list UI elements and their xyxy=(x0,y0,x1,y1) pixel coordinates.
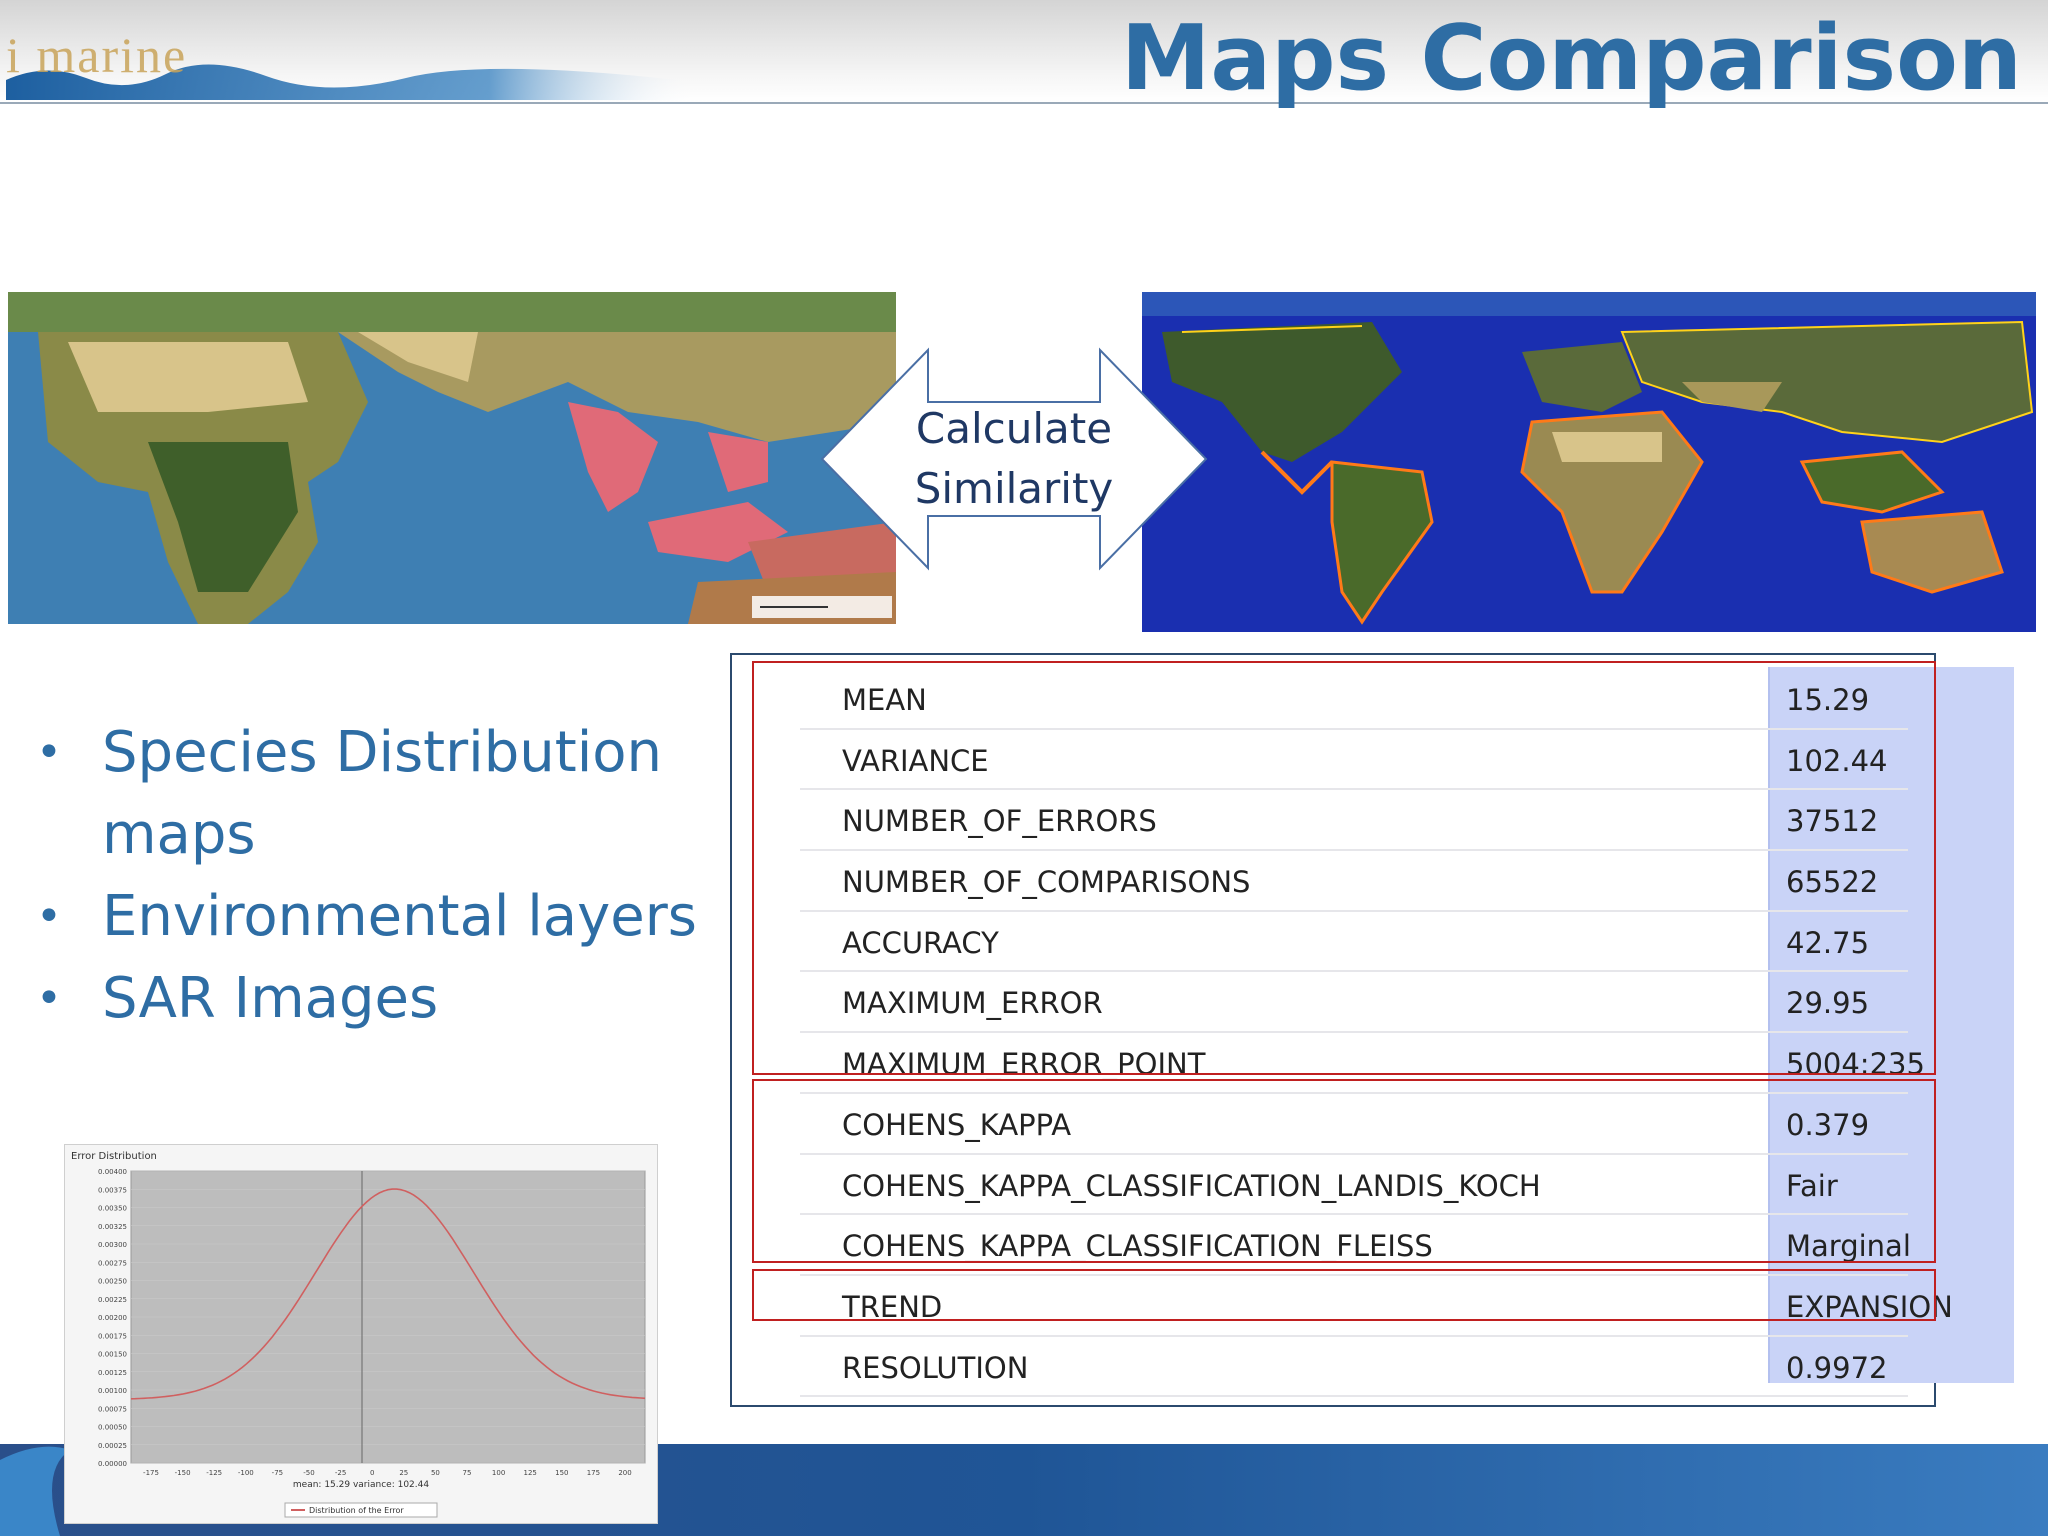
y-tick-label: 0.00175 xyxy=(98,1332,127,1340)
y-tick-label: 0.00000 xyxy=(98,1460,127,1468)
bullet-dot-icon: • xyxy=(36,891,62,942)
trend-highlight-box xyxy=(752,1269,1936,1321)
y-tick-label: 0.00250 xyxy=(98,1278,127,1286)
x-tick-label: 125 xyxy=(524,1469,537,1477)
arrow-label-line2: Similarity xyxy=(914,464,1114,513)
table-row: RESOLUTION 0.9972 xyxy=(800,1337,1908,1398)
x-tick-label: 100 xyxy=(492,1469,505,1477)
x-tick-label: -100 xyxy=(238,1469,254,1477)
y-tick-label: 0.00375 xyxy=(98,1186,127,1194)
kappa-highlight-box xyxy=(752,1079,1936,1263)
bullet-dot-icon: • xyxy=(36,973,62,1024)
comparison-results-panel: MEAN 15.29 VARIANCE 102.44 NUMBER_OF_ERROR… xyxy=(730,653,2014,1407)
y-tick-label: 0.00300 xyxy=(98,1241,127,1249)
x-tick-label: 50 xyxy=(431,1469,440,1477)
bullet-dot-icon: • xyxy=(36,727,62,778)
error-distribution-chart: Error Distribution 0.00400 0.00375 0.00350… xyxy=(64,1144,658,1524)
y-tick-label: 0.00125 xyxy=(98,1369,127,1377)
chart-stats-caption: mean: 15.29 variance: 102.44 xyxy=(293,1480,429,1490)
y-tick-label: 0.00150 xyxy=(98,1351,127,1359)
x-tick-label: 150 xyxy=(555,1469,568,1477)
x-tick-label: 75 xyxy=(463,1469,472,1477)
x-tick-label: -25 xyxy=(335,1469,346,1477)
logo-wordmark: i marine xyxy=(6,27,188,83)
chart-legend-label: Distribution of the Error xyxy=(309,1506,404,1515)
x-tick-label: 25 xyxy=(399,1469,408,1477)
slide-header: i marine Maps Comparison xyxy=(0,0,2048,111)
y-tick-label: 0.00050 xyxy=(98,1424,127,1432)
x-tick-label: -50 xyxy=(303,1469,314,1477)
y-tick-label: 0.00100 xyxy=(98,1387,127,1395)
y-tick-label: 0.00275 xyxy=(98,1259,127,1267)
result-value: 0.9972 xyxy=(1786,1350,1888,1385)
chart-title: Error Distribution xyxy=(71,1151,157,1162)
x-tick-label: -75 xyxy=(272,1469,283,1477)
bullet-text: maps xyxy=(102,802,256,867)
y-tick-label: 0.00225 xyxy=(98,1296,127,1304)
y-tick-label: 0.00075 xyxy=(98,1405,127,1413)
y-tick-label: 0.00325 xyxy=(98,1223,127,1231)
result-key: RESOLUTION xyxy=(842,1350,1029,1385)
y-tick-label: 0.00025 xyxy=(98,1442,127,1450)
x-tick-label: -175 xyxy=(143,1469,159,1477)
x-tick-label: 0 xyxy=(370,1469,374,1477)
y-tick-label: 0.00200 xyxy=(98,1314,127,1322)
environmental-layer-map xyxy=(1142,292,2036,632)
bullet-item: • SAR Images xyxy=(36,958,736,1040)
x-tick-label: -125 xyxy=(206,1469,222,1477)
y-tick-label: 0.00400 xyxy=(98,1168,127,1176)
error-stats-highlight-box xyxy=(752,661,1936,1075)
bullet-text: Environmental layers xyxy=(102,884,697,949)
bullet-item: • Environmental layers xyxy=(36,876,736,958)
x-tick-label: -150 xyxy=(175,1469,191,1477)
arrow-label-line1: Calculate xyxy=(915,404,1113,453)
bullet-list: • Species Distribution maps • Environmen… xyxy=(36,712,736,1040)
species-distribution-map xyxy=(8,292,896,624)
bullet-item: • Species Distribution maps xyxy=(36,712,736,876)
bullet-text: SAR Images xyxy=(102,966,439,1031)
x-tick-label: 200 xyxy=(618,1469,631,1477)
x-tick-label: 175 xyxy=(587,1469,600,1477)
bullet-text: Species Distribution xyxy=(102,720,663,785)
page-title: Maps Comparison xyxy=(1120,6,2022,111)
y-tick-label: 0.00350 xyxy=(98,1205,127,1213)
calculate-similarity-arrow: Calculate Similarity xyxy=(818,346,1210,572)
